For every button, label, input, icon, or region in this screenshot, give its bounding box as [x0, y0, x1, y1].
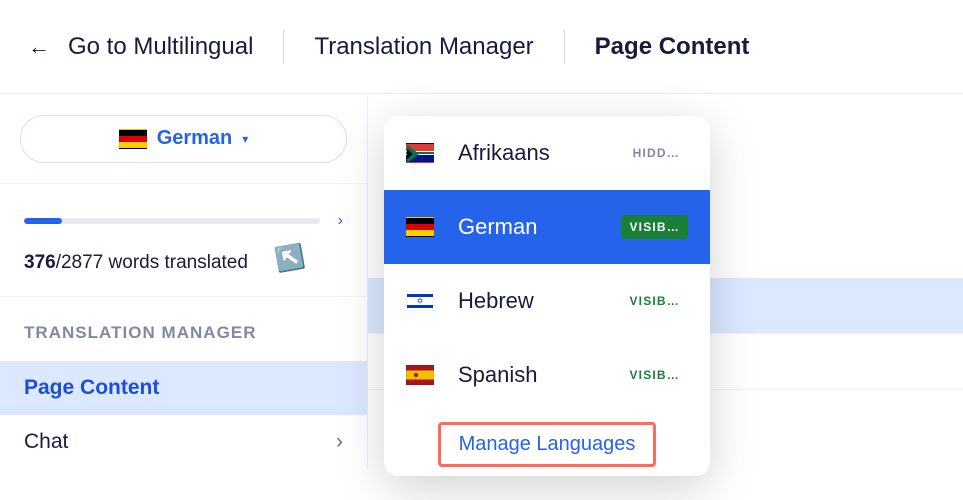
- section-title: TRANSLATION MANAGER: [0, 297, 367, 343]
- divider: [283, 30, 284, 64]
- sidebar: German ▾ › 376/2877 words translated TRA…: [0, 94, 368, 469]
- sidebar-item-label: Chat: [24, 430, 68, 454]
- progress-expand[interactable]: ›: [338, 212, 343, 230]
- language-option-label: German: [458, 214, 597, 240]
- sidebar-item-chat[interactable]: Chat ›: [0, 415, 367, 469]
- status-badge: HIDD…: [625, 141, 688, 165]
- language-dropdown: Afrikaans HIDD… German VISIB… ✡ Hebrew V…: [384, 116, 710, 476]
- language-option-label: Afrikaans: [458, 140, 601, 166]
- status-badge: VISIB…: [621, 289, 688, 313]
- language-option-label: Spanish: [458, 362, 597, 388]
- status-badge: VISIB…: [621, 215, 688, 239]
- chevron-right-icon: ›: [336, 430, 343, 454]
- language-option-label: Hebrew: [458, 288, 597, 314]
- israel-flag-icon: ✡: [406, 291, 434, 311]
- back-to-multilingual[interactable]: ← Go to Multilingual: [28, 33, 253, 61]
- germany-flag-icon: [119, 129, 147, 149]
- south-africa-flag-icon: [406, 143, 434, 163]
- germany-flag-icon: [406, 217, 434, 237]
- breadcrumb: ← Go to Multilingual Translation Manager…: [0, 0, 963, 94]
- sidebar-item-page-content[interactable]: Page Content: [0, 361, 367, 415]
- language-option-afrikaans[interactable]: Afrikaans HIDD…: [384, 116, 710, 190]
- divider: [564, 30, 565, 64]
- language-option-german[interactable]: German VISIB…: [384, 190, 710, 264]
- back-label: Go to Multilingual: [68, 33, 253, 61]
- progress-text: 376/2877 words translated: [24, 252, 343, 274]
- manage-languages-link[interactable]: Manage Languages: [438, 422, 657, 467]
- language-selector-label: German: [157, 127, 233, 150]
- language-option-spanish[interactable]: Spanish VISIB…: [384, 338, 710, 412]
- sidebar-item-label: Page Content: [24, 376, 159, 400]
- arrow-left-icon: ←: [28, 36, 50, 58]
- crumb-translation-manager[interactable]: Translation Manager: [314, 33, 533, 61]
- spain-flag-icon: [406, 365, 434, 385]
- language-option-hebrew[interactable]: ✡ Hebrew VISIB…: [384, 264, 710, 338]
- progress-bar: [24, 218, 320, 224]
- progress-section: › 376/2877 words translated: [0, 184, 367, 297]
- status-badge: VISIB…: [621, 363, 688, 387]
- sidebar-nav: Page Content Chat ›: [0, 361, 367, 469]
- chevron-down-icon: ▾: [242, 132, 248, 146]
- language-selector[interactable]: German ▾: [20, 115, 347, 163]
- crumb-page-content: Page Content: [595, 33, 750, 61]
